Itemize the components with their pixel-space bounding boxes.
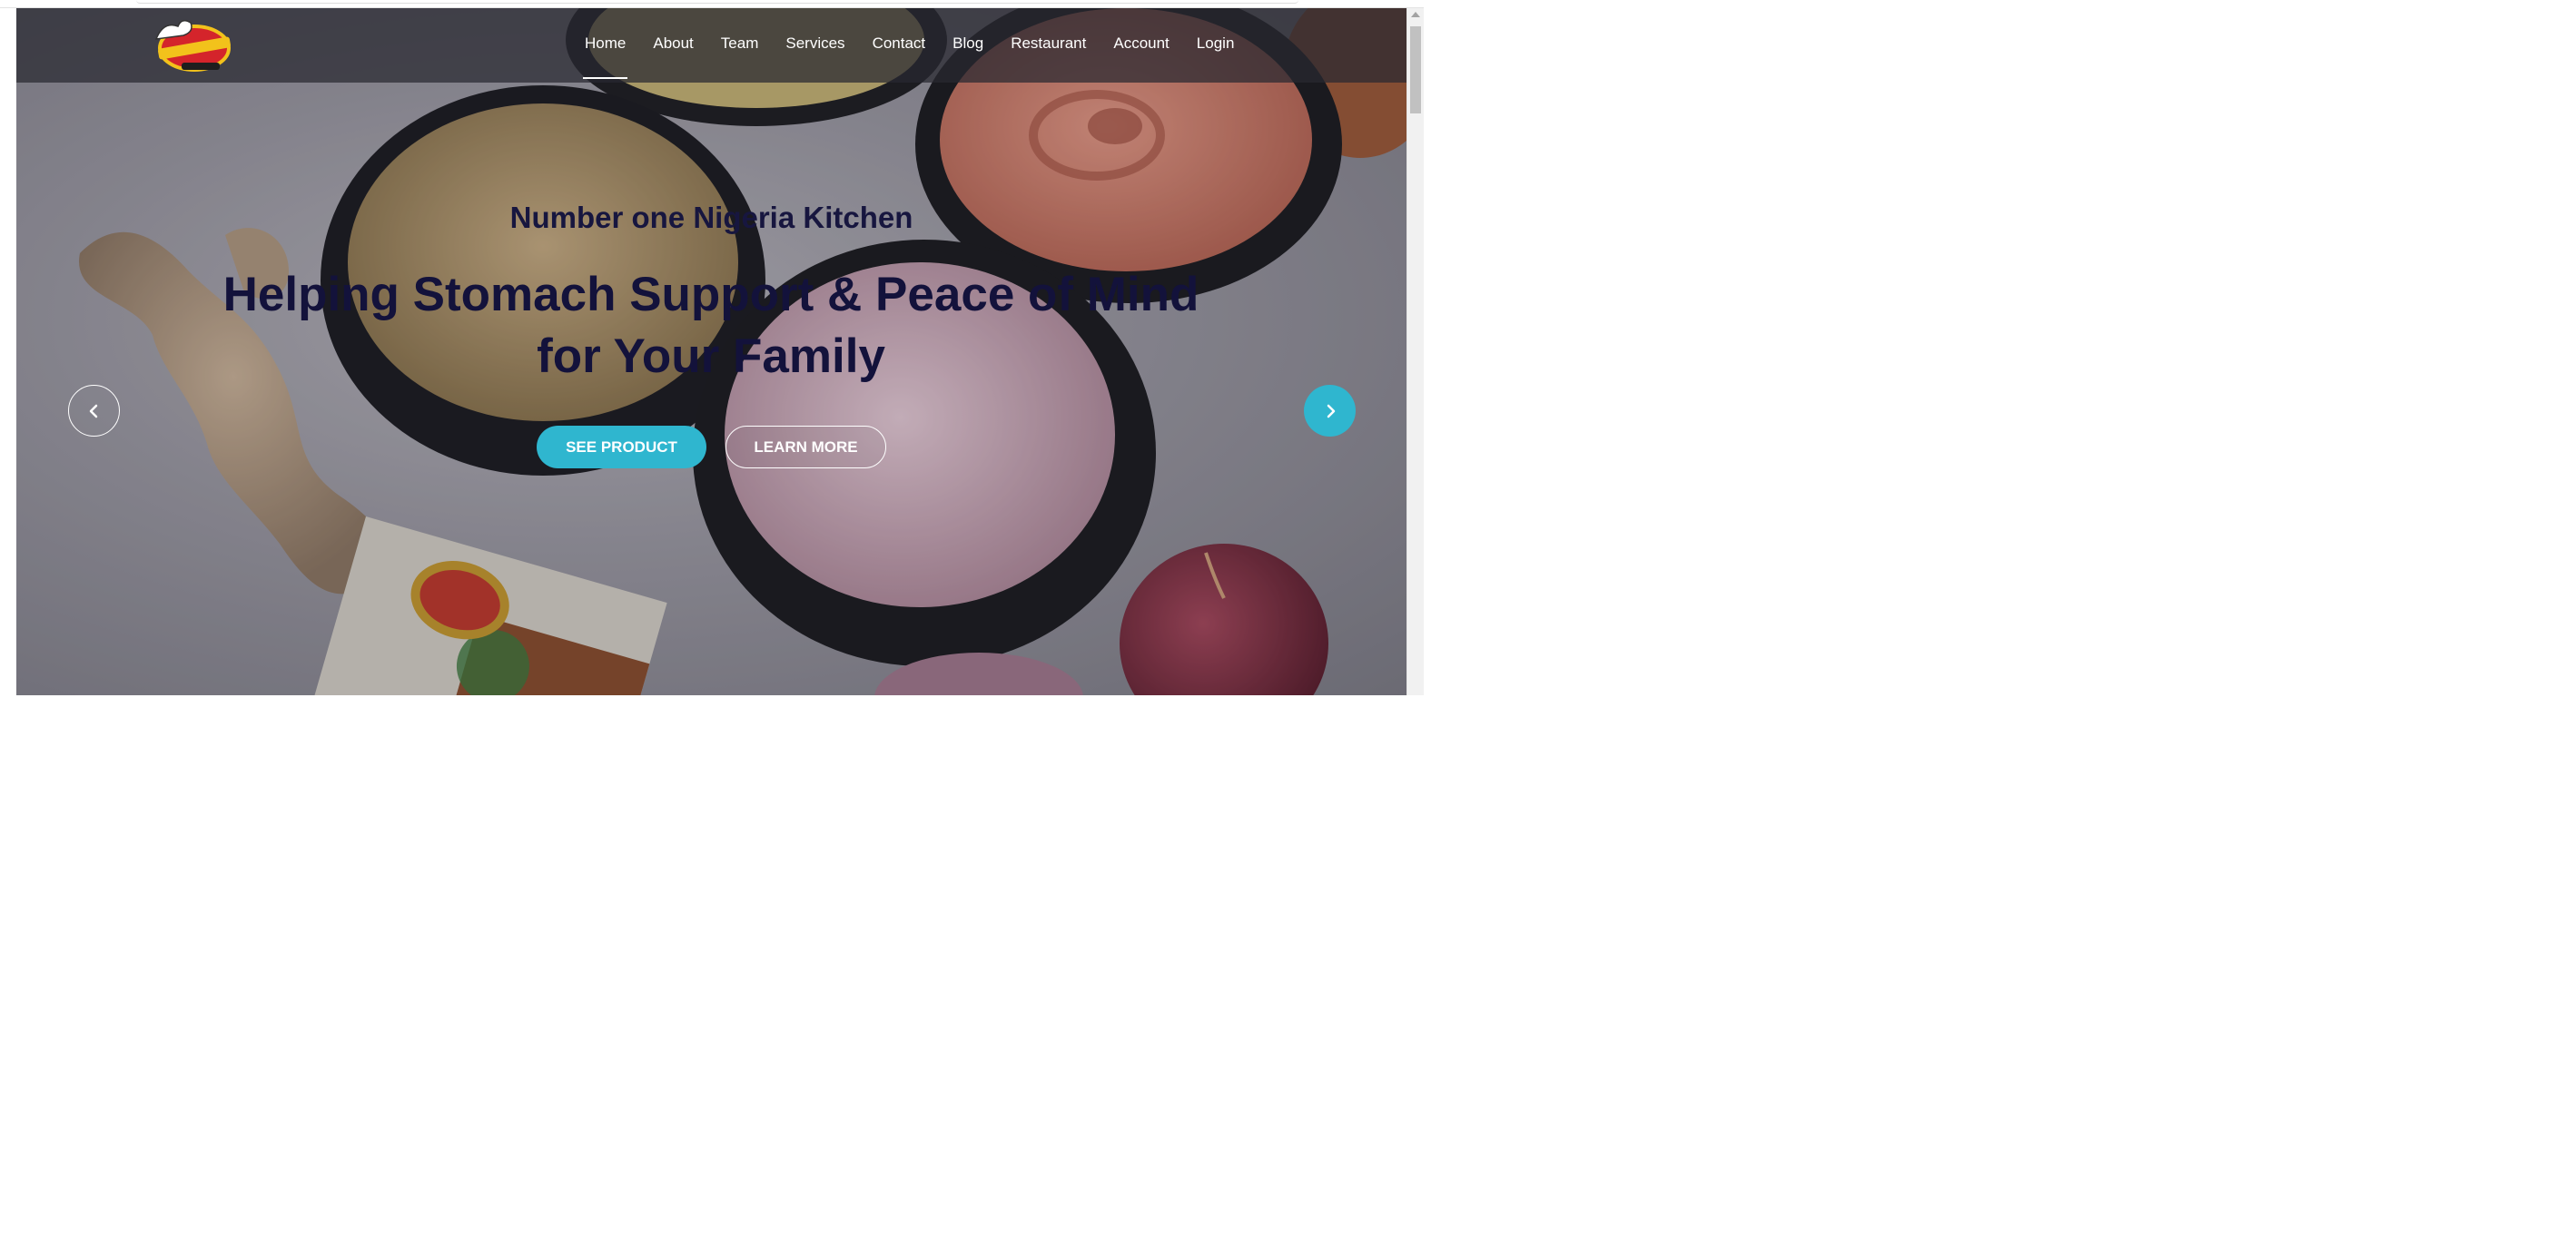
chevron-right-icon <box>1327 404 1335 418</box>
hero-tagline: Number one Nigeria Kitchen <box>509 201 913 234</box>
nav-services[interactable]: Services <box>772 8 858 83</box>
scrollbar-thumb[interactable] <box>1410 26 1421 113</box>
nav-home[interactable]: Home <box>571 8 639 83</box>
learn-more-button[interactable]: LEARN MORE <box>725 426 886 468</box>
nav-account[interactable]: Account <box>1100 8 1182 83</box>
see-product-button[interactable]: SEE PRODUCT <box>537 426 706 468</box>
chevron-left-icon <box>89 404 97 418</box>
nav-team[interactable]: Team <box>707 8 773 83</box>
hero-slider: Home About Team Services Contact Blog Re… <box>16 8 1406 695</box>
nav-blog[interactable]: Blog <box>939 8 997 83</box>
scroll-up-arrow-icon[interactable] <box>1411 12 1420 17</box>
hero-headline: Helping Stomach Support & Peace of Mind … <box>153 264 1269 388</box>
page-scrollbar[interactable] <box>1406 8 1424 695</box>
mrchef-logo[interactable] <box>151 15 234 74</box>
browser-top-strip <box>0 0 1424 8</box>
slider-next-button[interactable] <box>1304 385 1356 437</box>
hero-headline-line2: for Your Family <box>537 329 885 383</box>
browser-url-bar-edge <box>136 0 1298 4</box>
top-navbar: Home About Team Services Contact Blog Re… <box>16 8 1406 83</box>
nav-about[interactable]: About <box>639 8 706 83</box>
hero-headline-line1: Helping Stomach Support & Peace of Mind <box>222 268 1199 321</box>
main-navigation: Home About Team Services Contact Blog Re… <box>571 8 1248 83</box>
slider-prev-button[interactable] <box>68 385 120 437</box>
nav-contact[interactable]: Contact <box>859 8 940 83</box>
nav-login[interactable]: Login <box>1183 8 1249 83</box>
nav-restaurant[interactable]: Restaurant <box>997 8 1100 83</box>
